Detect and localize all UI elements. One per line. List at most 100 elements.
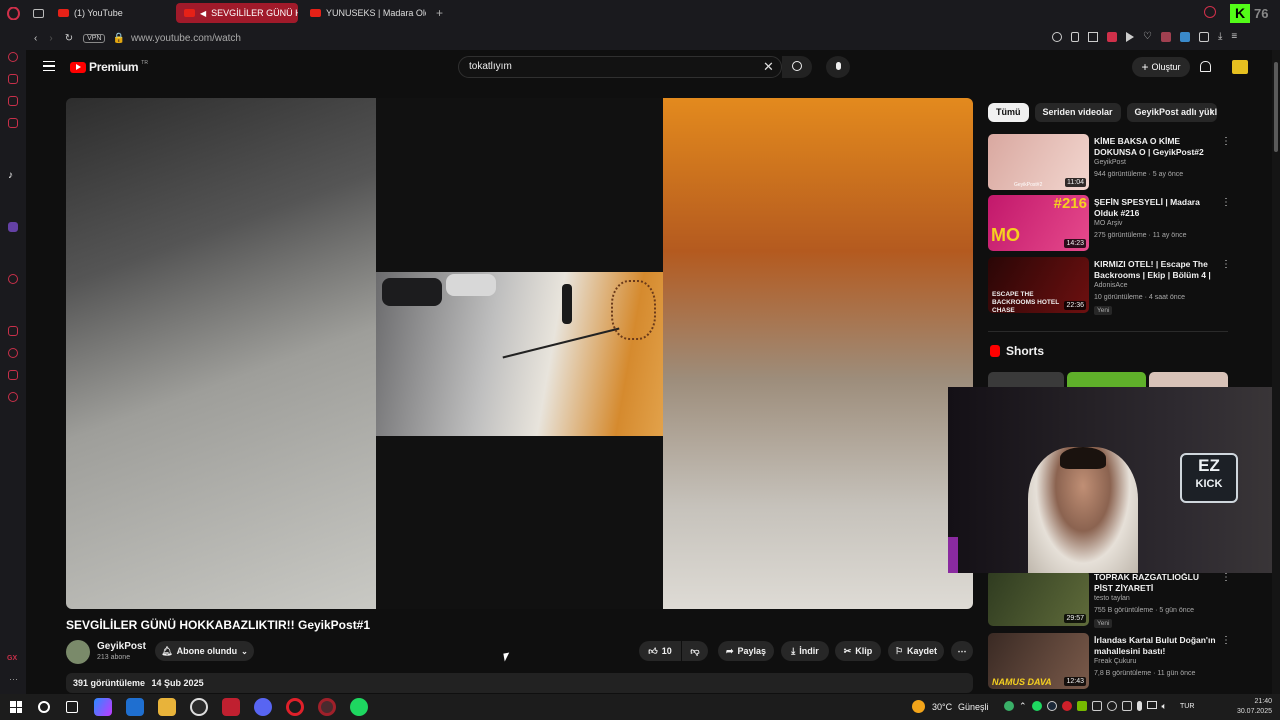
tab-madara[interactable]: YUNUSEKS | Madara Old (302, 3, 426, 23)
tray-microphone-icon[interactable] (1136, 701, 1142, 711)
more-options-icon[interactable]: ⋮ (1221, 635, 1231, 646)
recommendation-item[interactable]: ESCAPE THE BACKROOMS HOTEL CHASE 22:36 K… (988, 257, 1231, 315)
hamburger-icon[interactable] (43, 61, 55, 71)
like-button[interactable]: 👍︎ 10 (639, 641, 681, 661)
extension-icon-1[interactable] (1160, 32, 1171, 42)
weather-condition[interactable]: Güneşli (958, 702, 989, 712)
video-thumbnail[interactable]: #216 MO 14:23 (988, 195, 1089, 251)
extensions-icon[interactable] (1198, 32, 1209, 42)
sidebar-extensions-icon[interactable] (8, 370, 18, 380)
more-actions-button[interactable]: ⋯ (951, 641, 973, 661)
recommendation-channel[interactable]: Freak Çukuru (1094, 658, 1136, 665)
shorts-thumbnail[interactable] (988, 372, 1064, 388)
clear-search-icon[interactable]: ✕ (763, 60, 774, 73)
recommendation-item[interactable]: #216 MO 14:23 ŞEFİN SPESYELİ | Madara Ol… (988, 195, 1231, 251)
opera-gx-icon[interactable] (286, 698, 304, 716)
task-view-icon[interactable] (66, 701, 78, 713)
pin-icon[interactable] (1071, 32, 1079, 42)
discord-icon[interactable] (254, 698, 272, 716)
url-field[interactable]: www.youtube.com/watch (131, 33, 241, 44)
chip-all[interactable]: Tümü (988, 103, 1029, 122)
sidebar-clock-icon[interactable] (8, 348, 18, 358)
opera-menu-icon[interactable] (0, 0, 26, 26)
outlook-icon[interactable] (126, 698, 144, 716)
sidebar-bag-icon[interactable] (8, 74, 18, 84)
recommendation-item[interactable]: NAMUS DAVA 12:43 İrlandas Kartal Bulut D… (988, 633, 1231, 689)
tray-antivirus-icon[interactable] (1061, 701, 1072, 711)
obs-icon[interactable] (190, 698, 208, 716)
notifications-bell-icon[interactable] (1200, 61, 1211, 72)
recommendation-title[interactable]: ŞEFİN SPESYELİ | Madara Olduk #216 (1094, 197, 1216, 219)
recommendation-channel[interactable]: testo taylan (1094, 595, 1130, 602)
chip-series[interactable]: Seriden videolar (1034, 103, 1121, 122)
snapshot-icon[interactable] (1088, 32, 1098, 42)
video-thumbnail[interactable]: 29:57 (988, 570, 1089, 626)
tray-steam-icon[interactable] (1046, 701, 1057, 711)
download-icon[interactable]: ⤓ (1218, 32, 1222, 42)
youtube-logo[interactable]: Premium TR (70, 60, 148, 74)
opera-gx-active-icon[interactable] (318, 698, 336, 716)
search-taskbar-icon[interactable] (38, 701, 50, 713)
more-options-icon[interactable]: ⋮ (1221, 259, 1231, 270)
recommendation-item[interactable]: GeyikPost#2 11:04 KİME BAKSA O KİME DOKU… (988, 134, 1231, 190)
share-button[interactable]: ➦ Paylaş (718, 641, 774, 661)
back-icon[interactable]: ‹ (34, 33, 37, 44)
search-tabs-icon[interactable] (1204, 6, 1216, 18)
zoom-icon[interactable] (1052, 32, 1062, 42)
reload-icon[interactable]: ↻ (65, 33, 73, 44)
tab-current-video[interactable]: ◀ SEVGİLİLER GÜNÜ HO (176, 3, 298, 23)
search-input[interactable]: tokatlıyım (458, 56, 782, 78)
tray-volume-icon[interactable]: 🔈︎ (1162, 701, 1167, 711)
recommendation-title[interactable]: İrlandas Kartal Bulut Doğan'ın mahallesi… (1094, 635, 1216, 657)
vpn-badge[interactable]: VPN (83, 33, 106, 43)
video-thumbnail[interactable]: NAMUS DAVA 12:43 (988, 633, 1089, 689)
shorts-thumbnail[interactable] (1067, 372, 1146, 388)
sidebar-twitch-icon[interactable] (8, 222, 18, 232)
dislike-button[interactable]: 👎︎ (682, 641, 708, 661)
recommendation-channel[interactable]: MO Arşiv (1094, 220, 1122, 227)
forward-icon[interactable]: › (49, 33, 52, 44)
tray-green-icon[interactable] (1004, 701, 1014, 711)
menu-icon[interactable]: ≡ (1231, 32, 1237, 42)
tray-app-icon[interactable] (1091, 701, 1102, 711)
scrollbar-thumb[interactable] (1274, 62, 1278, 152)
sidebar-gx-icon[interactable]: GX (7, 655, 17, 662)
extension-icon-2[interactable] (1179, 32, 1190, 42)
clock[interactable]: 21:40 30.07.2025 (1237, 697, 1272, 717)
sidebar-player-icon[interactable] (8, 274, 18, 284)
shorts-thumbnail[interactable] (1149, 372, 1228, 388)
start-icon[interactable] (10, 701, 22, 713)
sidebar-more-icon[interactable]: ⋯ (9, 674, 18, 685)
recommendation-item[interactable]: 29:57 TOPRAK RAZGATLIOĞLU PİST ZİYARETİ … (988, 570, 1231, 628)
more-options-icon[interactable]: ⋮ (1221, 136, 1231, 147)
file-explorer-icon[interactable] (158, 698, 176, 716)
recommendation-channel[interactable]: AdonisAce (1094, 282, 1127, 289)
tab-youtube[interactable]: (1) YouTube (50, 3, 172, 23)
create-button[interactable]: + Oluştur (1132, 57, 1190, 77)
tray-app-icon[interactable] (1121, 701, 1132, 711)
search-button[interactable] (782, 56, 812, 78)
subscribe-button[interactable]: 🔔︎ Abone olundu ⌄ (155, 641, 254, 661)
more-options-icon[interactable]: ⋮ (1221, 197, 1231, 208)
video-player[interactable] (66, 98, 973, 609)
recommendation-title[interactable]: TOPRAK RAZGATLIOĞLU PİST ZİYARETİ (1094, 572, 1216, 594)
recommendation-channel[interactable]: GeyikPost (1094, 159, 1126, 166)
heart-icon[interactable]: ♡ (1143, 32, 1152, 42)
tray-spotify-icon[interactable] (1031, 701, 1042, 711)
tab-workspaces-icon[interactable] (26, 3, 50, 23)
video-thumbnail[interactable]: ESCAPE THE BACKROOMS HOTEL CHASE 22:36 (988, 257, 1089, 313)
recommendation-title[interactable]: KİME BAKSA O KİME DOKUNSA O | GeyikPost#… (1094, 136, 1216, 158)
description-box[interactable]: 391 görüntüleme 14 Şub 2025 (66, 673, 973, 693)
recommendation-title[interactable]: KIRMIZI OTEL! | Escape The Backrooms | E… (1094, 259, 1216, 281)
copilot-icon[interactable] (94, 698, 112, 716)
download-button[interactable]: ⤓ İndir (781, 641, 829, 661)
sidebar-settings-icon[interactable] (8, 392, 18, 402)
clip-button[interactable]: ✂ Klip (835, 641, 881, 661)
speaker-icon[interactable]: ◀ (200, 9, 206, 18)
account-avatar[interactable] (1232, 60, 1248, 74)
sidebar-speed-dial-icon[interactable] (8, 52, 18, 62)
video-thumbnail[interactable]: GeyikPost#2 11:04 (988, 134, 1089, 190)
channel-avatar[interactable] (66, 640, 90, 664)
chevron-right-icon[interactable]: › (1210, 106, 1214, 118)
weather-sun-icon[interactable] (912, 700, 925, 713)
